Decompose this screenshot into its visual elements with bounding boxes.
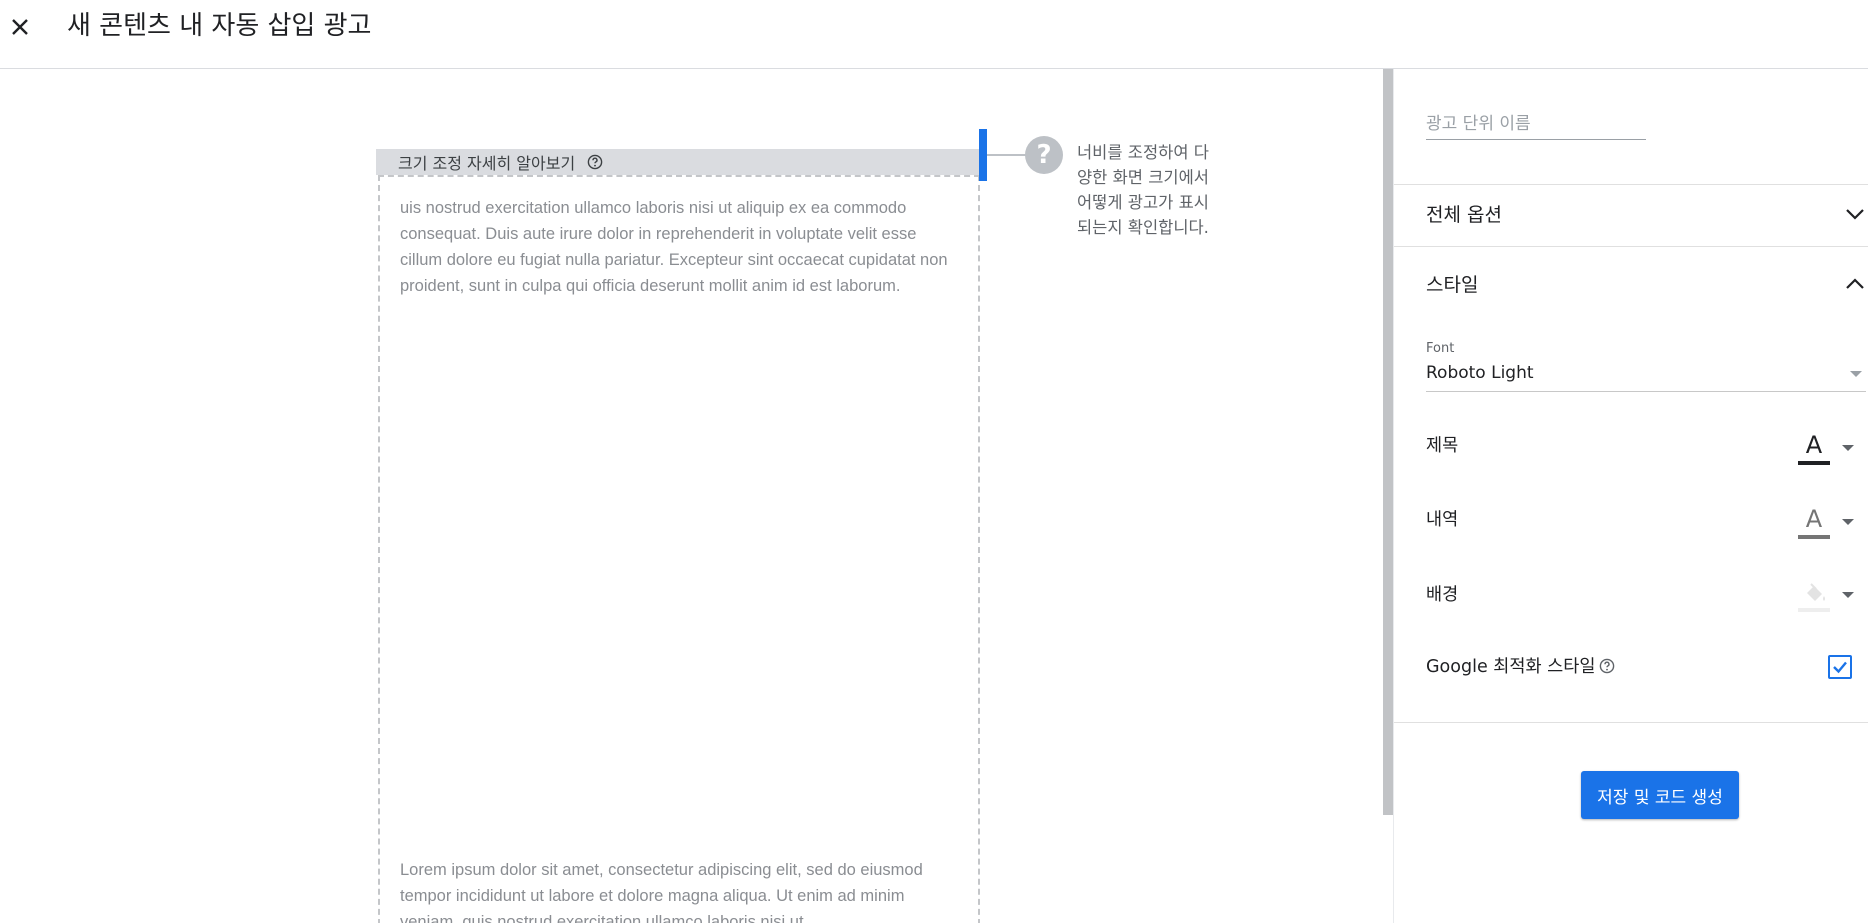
save-and-generate-code-button[interactable]: 저장 및 코드 생성 bbox=[1581, 771, 1739, 819]
dropdown-arrow-icon bbox=[1850, 371, 1862, 377]
preview-area: 크기 조정 자세히 알아보기 uis nostrud exercitation … bbox=[0, 69, 1384, 923]
tip-connector-line bbox=[987, 154, 1027, 156]
help-icon[interactable] bbox=[1599, 658, 1615, 674]
question-icon: ? bbox=[1025, 136, 1063, 174]
page-title: 새 콘텐츠 내 자동 삽입 광고 bbox=[67, 11, 372, 41]
section-style[interactable]: 스타일 bbox=[1394, 254, 1868, 314]
section-title: 스타일 bbox=[1426, 274, 1479, 296]
resize-info-bar: 크기 조정 자세히 알아보기 bbox=[376, 149, 983, 175]
title-color-picker[interactable]: A bbox=[1798, 431, 1854, 471]
close-button[interactable] bbox=[8, 10, 32, 44]
google-optimized-style-label: Google 최적화 스타일 bbox=[1426, 657, 1596, 677]
preview-frame: 크기 조정 자세히 알아보기 uis nostrud exercitation … bbox=[376, 149, 983, 923]
description-color-picker[interactable]: A bbox=[1798, 505, 1854, 545]
google-optimized-style-row: Google 최적화 스타일 bbox=[1426, 653, 1615, 678]
resize-tip-text: 너비를 조정하여 다양한 화면 크기에서 어떻게 광고가 표시되는지 확인합니다… bbox=[1077, 143, 1209, 237]
font-select-value: Roboto Light bbox=[1426, 363, 1534, 383]
title-color-swatch bbox=[1798, 461, 1830, 465]
chevron-up-icon bbox=[1846, 278, 1864, 289]
paint-bucket-icon bbox=[1807, 583, 1825, 601]
header: 새 콘텐츠 내 자동 삽입 광고 bbox=[0, 0, 1868, 69]
resize-handle[interactable] bbox=[979, 129, 987, 181]
settings-sidebar: 전체 옵션 스타일 Font Roboto Light 제목 A 내역 A 배경 bbox=[1393, 69, 1868, 923]
google-optimized-checkbox[interactable] bbox=[1828, 655, 1852, 679]
help-icon[interactable] bbox=[587, 154, 603, 170]
scrollbar[interactable] bbox=[1383, 69, 1393, 815]
background-color-picker[interactable] bbox=[1798, 578, 1854, 618]
divider bbox=[1394, 246, 1868, 247]
preview-paragraph: uis nostrud exercitation ullamco laboris… bbox=[400, 199, 948, 295]
text-color-icon: A bbox=[1805, 431, 1823, 459]
section-global-options[interactable]: 전체 옵션 bbox=[1394, 184, 1868, 244]
font-select[interactable]: Roboto Light bbox=[1426, 361, 1866, 392]
font-label: Font bbox=[1426, 341, 1455, 356]
chevron-down-icon bbox=[1846, 209, 1864, 220]
checkmark-icon bbox=[1833, 661, 1847, 674]
description-color-label: 내역 bbox=[1426, 510, 1459, 530]
text-color-icon: A bbox=[1805, 505, 1823, 533]
description-color-swatch bbox=[1798, 535, 1830, 539]
dropdown-arrow-icon bbox=[1842, 445, 1854, 451]
title-color-label: 제목 bbox=[1426, 436, 1459, 456]
resize-learn-more-link[interactable]: 크기 조정 자세히 알아보기 bbox=[398, 150, 575, 174]
close-icon bbox=[12, 19, 28, 35]
preview-paragraph: Lorem ipsum dolor sit amet, consectetur … bbox=[400, 861, 923, 923]
dropdown-arrow-icon bbox=[1842, 519, 1854, 525]
background-color-swatch bbox=[1798, 608, 1830, 612]
divider bbox=[1394, 722, 1868, 723]
ad-unit-name-input[interactable] bbox=[1426, 109, 1646, 140]
section-title: 전체 옵션 bbox=[1426, 204, 1502, 226]
dropdown-arrow-icon bbox=[1842, 592, 1854, 598]
ad-preview-content: uis nostrud exercitation ullamco laboris… bbox=[378, 175, 980, 923]
background-color-label: 배경 bbox=[1426, 585, 1459, 605]
